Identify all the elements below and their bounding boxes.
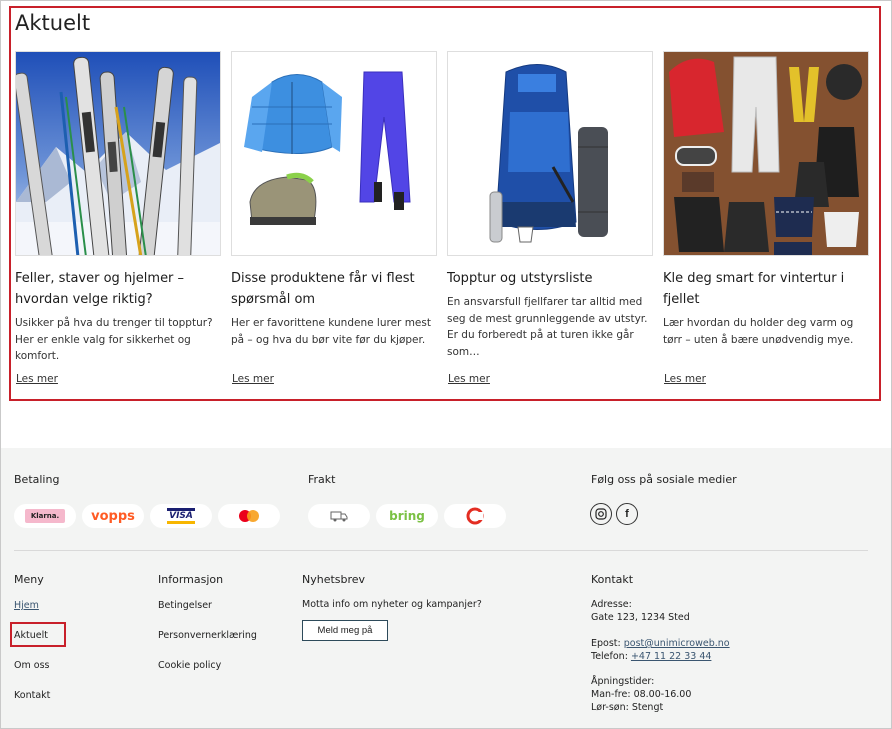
email-label: Epost: <box>591 638 621 649</box>
shipping-heading: Frakt <box>308 473 336 486</box>
site-footer: Betaling Klarna. vopps VISA Frakt bring … <box>1 448 891 728</box>
article-card[interactable]: Kle deg smart for vintertur i fjellet Læ… <box>663 51 869 385</box>
info-link-cookie[interactable]: Cookie policy <box>158 660 221 671</box>
aktuelt-highlight <box>10 622 66 647</box>
article-image-winter-clothes[interactable] <box>663 51 869 256</box>
newsletter-heading: Nyhetsbrev <box>302 573 366 586</box>
klarna-label: Klarna. <box>24 509 66 523</box>
article-title[interactable]: Topptur og utstyrsliste <box>447 268 653 289</box>
mastercard-logo <box>218 504 280 528</box>
article-excerpt: En ansvarsfull fjellfarer tar alltid med… <box>447 296 648 358</box>
hours-label: Åpningstider: <box>591 676 655 687</box>
article-card[interactable]: Topptur og utstyrsliste En ansvarsfull f… <box>447 51 653 385</box>
payment-heading: Betaling <box>14 473 60 486</box>
article-excerpt: Her er favorittene kundene lurer mest på… <box>231 317 431 346</box>
menu-link-hjem[interactable]: Hjem <box>14 600 39 611</box>
instagram-icon[interactable] <box>590 503 612 525</box>
address-value: Gate 123, 1234 Sted <box>591 612 690 623</box>
email-row: Epost: post@unimicroweb.no <box>591 637 730 650</box>
info-link-personvern[interactable]: Personvernerklæring <box>158 630 257 641</box>
posten-logo <box>444 504 506 528</box>
section-title: Aktuelt <box>15 11 91 35</box>
address-label: Adresse: <box>591 599 632 610</box>
info-link-betingelser[interactable]: Betingelser <box>158 600 212 611</box>
facebook-icon[interactable]: f <box>616 503 638 525</box>
social-heading: Følg oss på sosiale medier <box>591 473 737 486</box>
bring-label: bring <box>389 509 425 523</box>
visa-logo: VISA <box>150 504 212 528</box>
article-image-backpack[interactable] <box>447 51 653 256</box>
menu-link-om-oss[interactable]: Om oss <box>14 660 49 671</box>
phone-row: Telefon: +47 11 22 33 44 <box>591 650 711 663</box>
article-excerpt: Usikker på hva du trenger til topptur? H… <box>15 317 213 362</box>
bring-logo: bring <box>376 504 438 528</box>
article-title[interactable]: Kle deg smart for vintertur i fjellet <box>663 268 869 310</box>
read-more-link[interactable]: Les mer <box>664 373 706 385</box>
article-title[interactable]: Disse produktene får vi flest spørsmål o… <box>231 268 437 310</box>
hours-weekend: Lør-søn: Stengt <box>591 702 664 713</box>
article-title[interactable]: Feller, staver og hjelmer – hvordan velg… <box>15 268 221 310</box>
info-heading: Informasjon <box>158 573 224 586</box>
read-more-link[interactable]: Les mer <box>448 373 490 385</box>
truck-logo <box>308 504 370 528</box>
newsletter-text: Motta info om nyheter og kampanjer? <box>302 599 482 610</box>
vipps-logo: vopps <box>82 504 144 528</box>
read-more-link[interactable]: Les mer <box>16 373 58 385</box>
phone-link[interactable]: +47 11 22 33 44 <box>631 651 711 662</box>
hours-weekday: Man-fre: 08.00-16.00 <box>591 689 692 700</box>
newsletter-signup-button[interactable]: Meld meg på <box>302 620 388 641</box>
klarna-logo: Klarna. <box>14 504 76 528</box>
article-image-skis[interactable] <box>15 51 221 256</box>
article-image-products[interactable] <box>231 51 437 256</box>
article-excerpt: Lær hvordan du holder deg varm og tørr –… <box>663 317 854 346</box>
aktuelt-section: Aktuelt Feller, staver og hjelmer – hvor… <box>9 6 881 401</box>
menu-link-kontakt[interactable]: Kontakt <box>14 690 50 701</box>
menu-heading: Meny <box>14 573 44 586</box>
footer-divider <box>14 550 868 551</box>
vipps-label: vopps <box>91 508 135 524</box>
visa-label: VISA <box>167 508 195 524</box>
contact-heading: Kontakt <box>591 573 634 586</box>
email-link[interactable]: post@unimicroweb.no <box>624 638 730 649</box>
phone-label: Telefon: <box>591 651 628 662</box>
read-more-link[interactable]: Les mer <box>232 373 274 385</box>
article-card[interactable]: Disse produktene får vi flest spørsmål o… <box>231 51 437 385</box>
article-card[interactable]: Feller, staver og hjelmer – hvordan velg… <box>15 51 221 385</box>
